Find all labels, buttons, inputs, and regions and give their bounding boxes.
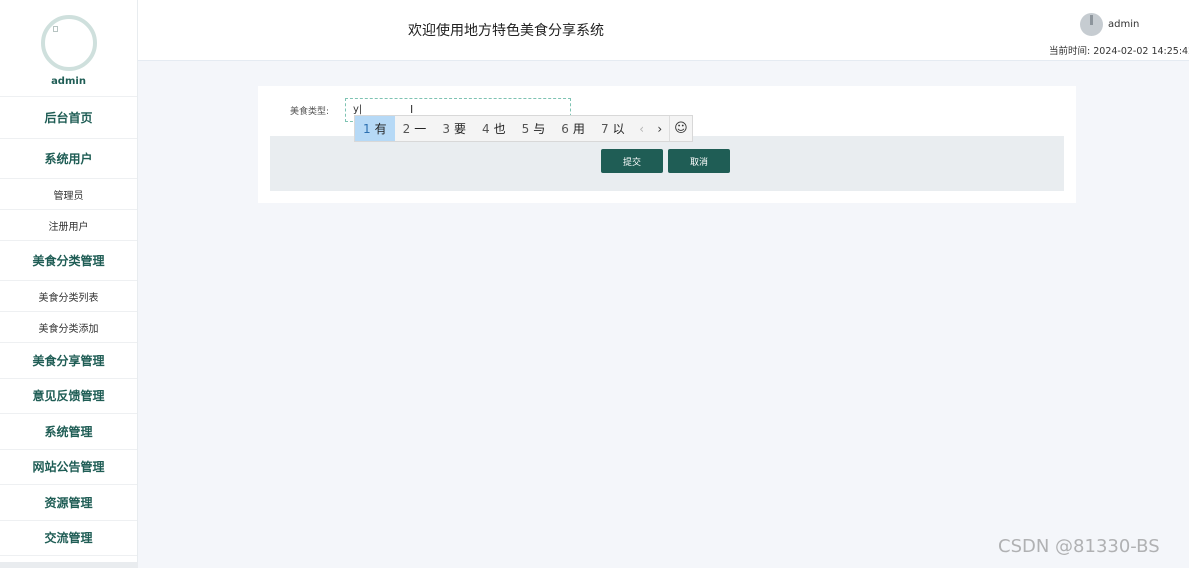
ime-candidate[interactable]: 1有: [355, 116, 395, 141]
ime-candidate[interactable]: 4也: [474, 116, 514, 141]
ime-candidate-text: 一: [414, 122, 427, 136]
sidebar-item-food-category-add[interactable]: 美食分类添加: [0, 312, 137, 343]
form-actions: 提交 取消: [270, 136, 1064, 191]
sidebar-username: admin: [51, 76, 86, 87]
ime-candidate-number: 3: [442, 121, 450, 136]
form-card: 美食类型: y| I 提交 取消: [258, 86, 1076, 203]
ime-candidate-text: 有: [374, 122, 387, 136]
ime-candidate-number: 1: [363, 121, 371, 136]
ime-candidate[interactable]: 7以: [593, 116, 633, 141]
sidebar-item-food-category-management[interactable]: 美食分类管理: [0, 241, 137, 281]
page-title: 欢迎使用地方特色美食分享系统: [408, 23, 604, 39]
top-header: 欢迎使用地方特色美食分享系统 admin 当前时间: 2024-02-02 14…: [138, 0, 1189, 61]
ime-candidate-bar: 1有 2一 3要 4也 5与 6用 7以 ‹ › ☺: [354, 115, 693, 142]
sidebar-item-admins[interactable]: 管理员: [0, 179, 137, 210]
sidebar-item-system-users[interactable]: 系统用户: [0, 139, 137, 179]
ime-candidate[interactable]: 2一: [395, 116, 435, 141]
header-user[interactable]: admin: [1080, 13, 1139, 36]
cancel-button[interactable]: 取消: [668, 149, 730, 173]
sidebar-menu: 后台首页 系统用户 管理员 注册用户 美食分类管理 美食分类列表 美食分类添加 …: [0, 96, 137, 556]
sidebar-item-communication-management[interactable]: 交流管理: [0, 521, 137, 556]
watermark: CSDN @81330-BS: [998, 536, 1160, 557]
sidebar-item-resource-management[interactable]: 资源管理: [0, 485, 137, 521]
ime-candidate-number: 7: [600, 121, 609, 136]
ime-candidate-text: 与: [533, 122, 546, 136]
ime-candidate-text: 也: [493, 122, 506, 136]
header-username[interactable]: admin: [1108, 19, 1139, 30]
sidebar-footer-bar: [0, 562, 138, 568]
submit-button[interactable]: 提交: [601, 149, 663, 173]
sidebar-item-food-category-list[interactable]: 美食分类列表: [0, 281, 137, 312]
food-type-input-value[interactable]: y|: [353, 104, 362, 115]
avatar[interactable]: [40, 15, 97, 71]
user-avatar-icon[interactable]: [1080, 13, 1103, 36]
ime-candidate-number: 2: [402, 121, 411, 136]
ime-candidate-text: 以: [612, 122, 625, 136]
chevron-right-icon[interactable]: ›: [651, 116, 669, 141]
ime-candidate[interactable]: 3要: [434, 116, 474, 141]
current-time: 当前时间: 2024-02-02 14:25:42: [1049, 43, 1189, 57]
current-time-label: 当前时间:: [1049, 46, 1091, 57]
current-time-value: 2024-02-02 14:25:42: [1093, 46, 1189, 57]
ime-candidate-text: 要: [453, 122, 466, 136]
sidebar-item-feedback-management[interactable]: 意见反馈管理: [0, 379, 137, 414]
sidebar-item-announcement-management[interactable]: 网站公告管理: [0, 450, 137, 485]
food-type-label: 美食类型:: [290, 107, 330, 117]
sidebar-item-home[interactable]: 后台首页: [0, 97, 137, 139]
sidebar: admin 后台首页 系统用户 管理员 注册用户 美食分类管理 美食分类列表 美…: [0, 0, 138, 568]
emoji-icon[interactable]: ☺: [668, 116, 692, 141]
ime-candidate[interactable]: 6用: [553, 116, 593, 141]
ime-candidate-text: 用: [572, 122, 585, 136]
sidebar-item-system-management[interactable]: 系统管理: [0, 414, 137, 450]
sidebar-profile: admin: [0, 0, 137, 96]
ime-candidate[interactable]: 5与: [514, 116, 554, 141]
sidebar-item-registered-users[interactable]: 注册用户: [0, 210, 137, 241]
ime-candidate-number: 6: [561, 121, 569, 136]
broken-image-icon: [52, 26, 58, 32]
ime-candidate-number: 4: [481, 121, 490, 136]
chevron-left-icon[interactable]: ‹: [633, 116, 651, 141]
ime-candidate-number: 5: [521, 121, 530, 136]
sidebar-item-food-share-management[interactable]: 美食分享管理: [0, 343, 137, 379]
